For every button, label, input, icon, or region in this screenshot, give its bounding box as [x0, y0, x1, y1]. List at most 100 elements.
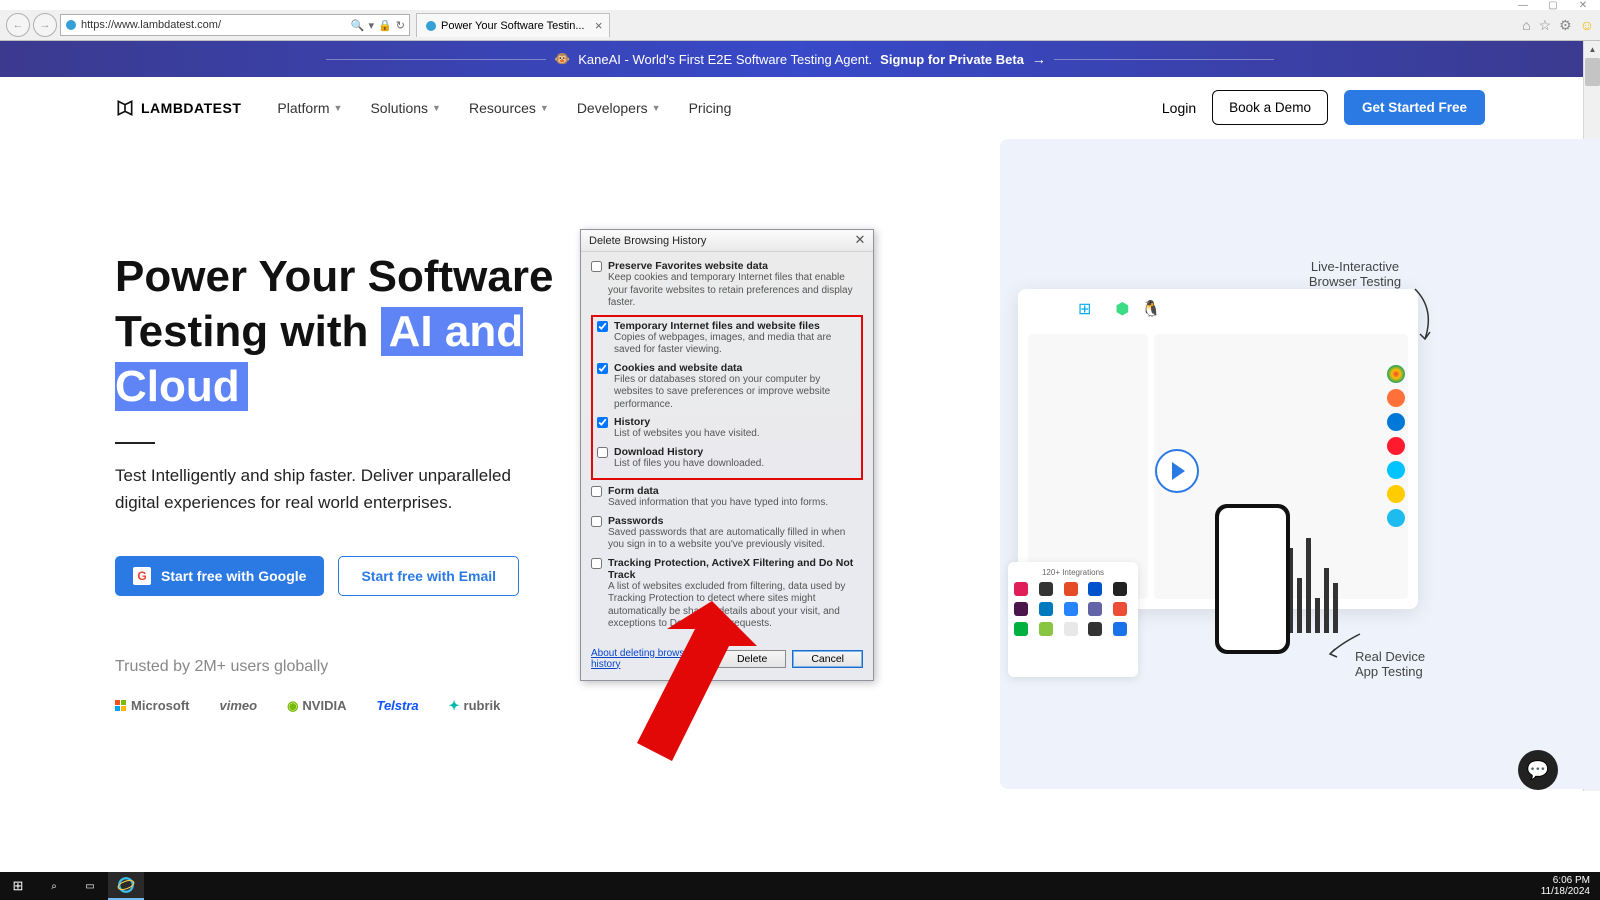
- logo[interactable]: LAMBDATEST: [115, 98, 241, 118]
- book-demo-button[interactable]: Book a Demo: [1212, 90, 1328, 125]
- yandex-icon: [1387, 485, 1405, 503]
- option-form-data: Form data Saved information that you hav…: [591, 485, 863, 510]
- checkbox-tracking[interactable]: [591, 558, 602, 569]
- banner-divider-left: [326, 59, 546, 60]
- checkbox-preserve-favorites[interactable]: [591, 261, 602, 272]
- task-view-button[interactable]: ▭: [72, 872, 108, 900]
- checkbox-cookies[interactable]: [597, 363, 608, 374]
- brand-vimeo: vimeo: [220, 698, 258, 713]
- nav-solutions[interactable]: Solutions▼: [370, 100, 441, 116]
- checkbox-form-data[interactable]: [591, 486, 602, 497]
- firefox-icon: [1387, 389, 1405, 407]
- option-history: History List of websites you have visite…: [597, 416, 857, 441]
- illustration-label-bottom: Real Device App Testing: [1355, 649, 1435, 679]
- dialog-footer: About deleting browsing history Delete C…: [581, 642, 873, 680]
- integration-icon: [1014, 602, 1028, 616]
- play-button[interactable]: [1155, 449, 1199, 493]
- ie-browser-chrome: — ▢ ✕ ← → https://www.lambdatest.com/ 🔍▾…: [0, 0, 1600, 41]
- banner-link[interactable]: Signup for Private Beta: [880, 52, 1024, 67]
- nav-resources[interactable]: Resources▼: [469, 100, 549, 116]
- browser-toolbar: ← → https://www.lambdatest.com/ 🔍▾ 🔒 ↻ P…: [0, 10, 1600, 40]
- option-label: Download History: [614, 446, 764, 458]
- chevron-down-icon: ▼: [652, 103, 661, 113]
- addr-actions: 🔍▾ 🔒 ↻: [351, 19, 405, 32]
- nav-developers[interactable]: Developers▼: [577, 100, 661, 116]
- chat-icon: 💬: [1527, 760, 1549, 781]
- option-desc: Files or databases stored on your comput…: [614, 374, 857, 412]
- os-windows-icon: ⊞: [1078, 299, 1091, 319]
- cancel-button[interactable]: Cancel: [792, 650, 863, 668]
- integration-icon: [1113, 602, 1127, 616]
- option-desc: List of files you have downloaded.: [614, 458, 764, 471]
- settings-icon[interactable]: ⚙: [1559, 17, 1572, 34]
- checkbox-history[interactable]: [597, 417, 608, 428]
- minimize-button[interactable]: —: [1514, 0, 1532, 10]
- back-button[interactable]: ←: [6, 13, 30, 37]
- start-button[interactable]: ⊞: [0, 872, 36, 900]
- home-icon[interactable]: ⌂: [1522, 17, 1530, 34]
- toolbar-right: ⌂ ☆ ⚙ ☺: [1522, 17, 1594, 34]
- tab-close-icon[interactable]: ×: [595, 18, 603, 33]
- tab-strip: Power Your Software Testin... ×: [416, 13, 610, 37]
- chevron-down-icon: ▼: [432, 103, 441, 113]
- edge-icon: [1387, 413, 1405, 431]
- integration-icon: [1064, 622, 1078, 636]
- banner-text: KaneAI - World's First E2E Software Test…: [578, 52, 872, 67]
- hero-cta-group: G Start free with Google Start free with…: [115, 556, 655, 596]
- search-button[interactable]: ⌕: [36, 872, 72, 900]
- ie-taskbar-button[interactable]: [108, 872, 144, 900]
- scroll-up-icon[interactable]: ▲: [1584, 41, 1600, 58]
- address-bar[interactable]: https://www.lambdatest.com/ 🔍▾ 🔒 ↻: [60, 14, 410, 36]
- brand-nvidia: ◉NVIDIA: [287, 698, 346, 714]
- nav-platform[interactable]: Platform▼: [277, 100, 342, 116]
- get-started-button[interactable]: Get Started Free: [1344, 90, 1485, 125]
- browser-tab[interactable]: Power Your Software Testin... ×: [416, 13, 610, 37]
- banner-icon: 🐵: [554, 51, 570, 67]
- phone-mockup: [1215, 504, 1290, 654]
- option-desc: List of websites you have visited.: [614, 428, 760, 441]
- highlighted-options: Temporary Internet files and website fil…: [591, 315, 863, 481]
- scrollbar-thumb[interactable]: [1585, 58, 1600, 86]
- start-email-button[interactable]: Start free with Email: [338, 556, 519, 596]
- os-android-icon: ⬢: [1115, 299, 1129, 319]
- option-desc: A list of websites excluded from filteri…: [608, 581, 863, 631]
- chevron-down-icon: ▼: [540, 103, 549, 113]
- banner-divider-right: [1054, 59, 1274, 60]
- url-text: https://www.lambdatest.com/: [81, 19, 351, 31]
- option-desc: Keep cookies and temporary Internet file…: [608, 272, 863, 310]
- integration-icon: [1088, 622, 1102, 636]
- brand-rubrik: ✦rubrik: [449, 698, 501, 714]
- checkbox-passwords[interactable]: [591, 516, 602, 527]
- about-deleting-link[interactable]: About deleting browsing history: [591, 648, 712, 670]
- nav-links: Platform▼ Solutions▼ Resources▼ Develope…: [277, 100, 731, 116]
- dialog-body: Preserve Favorites website data Keep coo…: [581, 252, 873, 642]
- browser-icon-stack: [1387, 365, 1405, 527]
- arrow-right-icon: →: [1032, 51, 1046, 67]
- system-clock[interactable]: 6:06 PM 11/18/2024: [1541, 875, 1600, 898]
- checkbox-temp-files[interactable]: [597, 321, 608, 332]
- nav-pricing[interactable]: Pricing: [689, 100, 732, 116]
- checkbox-download-history[interactable]: [597, 447, 608, 458]
- refresh-icon[interactable]: ↻: [396, 19, 405, 32]
- maximize-button[interactable]: ▢: [1544, 0, 1562, 10]
- ie-logo-icon: [117, 876, 135, 894]
- chat-button[interactable]: 💬: [1518, 750, 1558, 790]
- delete-button[interactable]: Delete: [718, 650, 786, 668]
- integration-icon: [1014, 582, 1028, 596]
- smiley-icon[interactable]: ☺: [1580, 17, 1594, 34]
- integrations-label: 120+ Integrations: [1014, 568, 1132, 577]
- favorites-icon[interactable]: ☆: [1539, 17, 1552, 34]
- lock-icon[interactable]: 🔒: [378, 19, 392, 32]
- dialog-close-button[interactable]: ✕: [851, 232, 869, 248]
- window-close-button[interactable]: ✕: [1574, 0, 1592, 10]
- option-desc: Saved information that you have typed in…: [608, 497, 828, 510]
- search-dropdown-icon[interactable]: 🔍: [351, 19, 365, 32]
- clock-time: 6:06 PM: [1541, 875, 1590, 887]
- logo-text: LAMBDATEST: [141, 100, 241, 116]
- forward-button[interactable]: →: [33, 13, 57, 37]
- option-passwords: Passwords Saved passwords that are autom…: [591, 515, 863, 552]
- start-google-button[interactable]: G Start free with Google: [115, 556, 324, 596]
- dialog-titlebar[interactable]: Delete Browsing History ✕: [581, 230, 873, 252]
- login-link[interactable]: Login: [1162, 100, 1196, 116]
- site-icon: [65, 19, 77, 31]
